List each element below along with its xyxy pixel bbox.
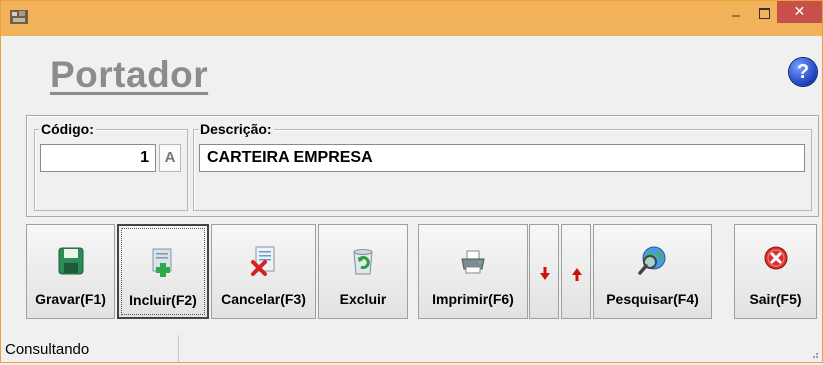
status-text: Consultando [1,335,179,362]
descricao-field[interactable]: CARTEIRA EMPRESA [199,144,805,172]
maximize-icon [758,8,770,19]
maximize-button[interactable] [751,1,777,25]
descricao-group: Descrição: CARTEIRA EMPRESA [193,121,812,211]
codigo-group: Código: 1 A [34,121,188,211]
cancelar-button[interactable]: Cancelar(F3) [211,224,316,319]
gravar-button[interactable]: Gravar(F1) [26,224,115,319]
imprimir-label: Imprimir(F6) [432,291,514,307]
cancelar-label: Cancelar(F3) [221,291,306,307]
move-up-button[interactable] [561,224,591,319]
codigo-field[interactable]: 1 [40,144,156,172]
excluir-button[interactable]: Excluir [318,224,408,319]
app-icon [10,10,28,24]
title-bar[interactable]: _ ✕ [1,1,822,36]
descricao-label: Descrição: [198,121,274,137]
pesquisar-label: Pesquisar(F4) [606,291,699,307]
page-title: Portador [50,54,209,95]
cancel-document-icon [250,246,274,276]
resize-grip-icon[interactable] [809,349,819,359]
sair-label: Sair(F5) [749,291,802,307]
sair-button[interactable]: Sair(F5) [734,224,817,319]
pesquisar-button[interactable]: Pesquisar(F4) [593,224,712,319]
gravar-label: Gravar(F1) [35,291,106,307]
arrow-down-icon [540,267,550,280]
incluir-button[interactable]: Incluir(F2) [117,224,209,319]
save-icon [58,247,83,275]
recycle-bin-icon [353,249,373,275]
form-panel: Código: 1 A Descrição: CARTEIRA EMPRESA [26,115,819,217]
minimize-button[interactable]: _ [723,1,749,25]
imprimir-button[interactable]: Imprimir(F6) [418,224,528,319]
help-icon[interactable]: ? [789,58,817,86]
move-down-button[interactable] [529,224,559,319]
codigo-label: Código: [39,121,96,137]
printer-icon [461,250,485,274]
exit-icon [764,246,787,270]
add-document-icon [152,248,172,277]
incluir-label: Incluir(F2) [129,292,197,308]
codigo-suffix: A [159,144,181,172]
status-bar: Consultando [1,335,822,362]
search-globe-icon [637,246,665,275]
excluir-label: Excluir [339,291,387,307]
app-window: _ ✕ Portador ? Código: 1 A Descrição: CA… [0,0,823,363]
header: Portador ? [1,36,822,106]
close-button[interactable]: ✕ [777,1,822,23]
arrow-up-icon [572,268,582,281]
